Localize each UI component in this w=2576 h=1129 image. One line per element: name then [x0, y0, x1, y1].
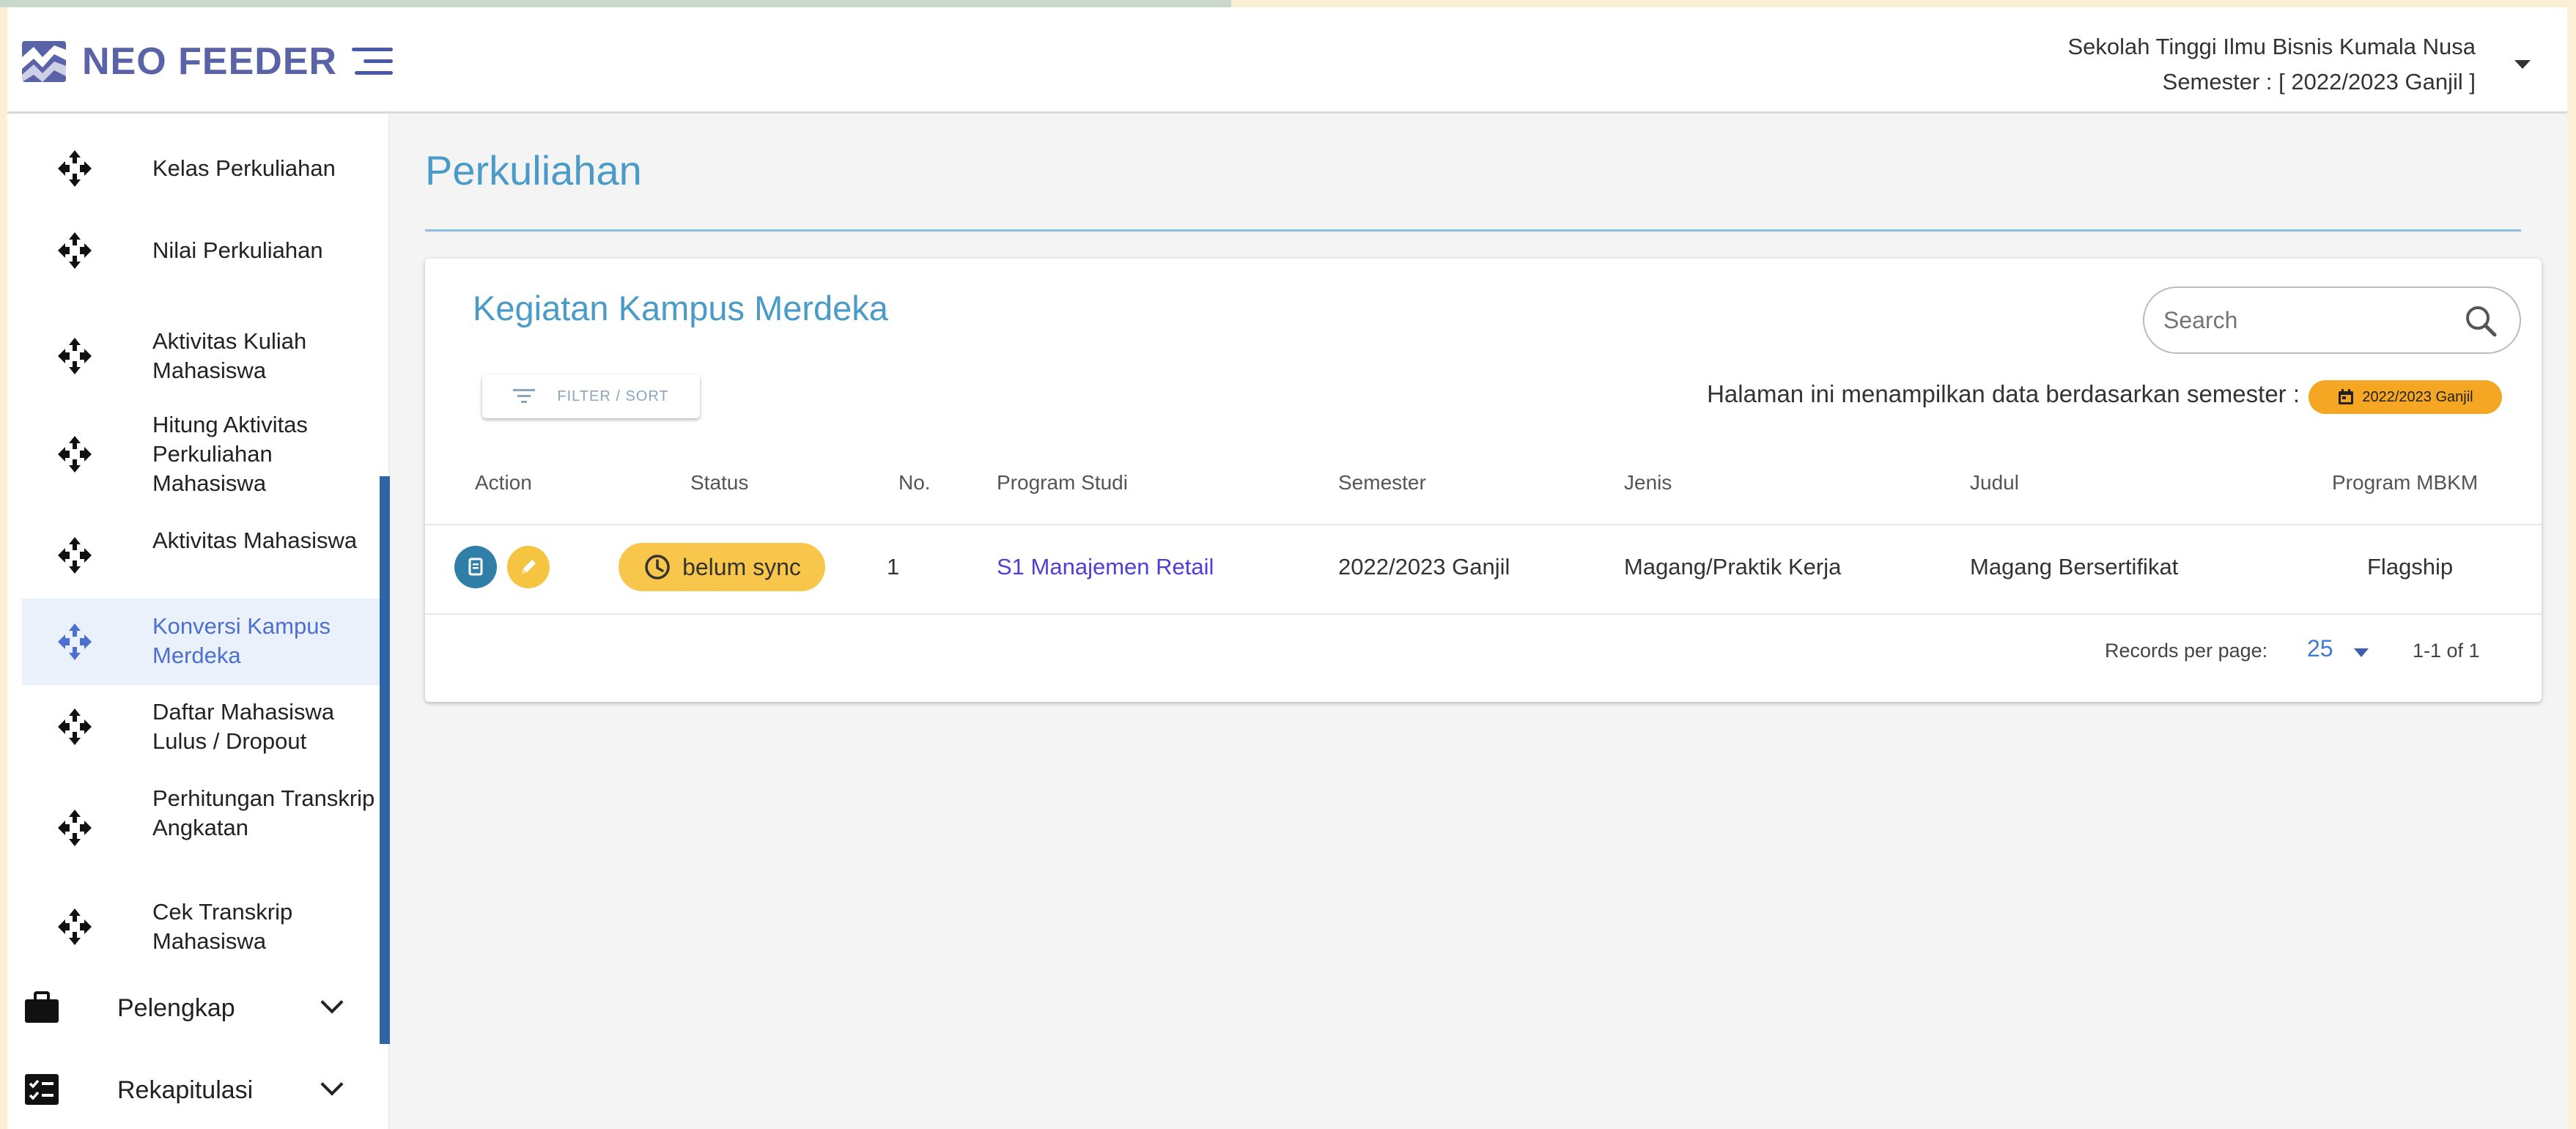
chevron-down-icon [320, 1073, 344, 1096]
sidebar-item-label: Perhitungan Transkrip Angkatan [152, 785, 375, 840]
filter-sort-button[interactable]: FILTER / SORT [482, 374, 700, 418]
sidebar-item-hitung-aktivitas[interactable]: Hitung Aktivitas Perkuliahan Mahasiswa [22, 407, 380, 502]
page-title: Perkuliahan [425, 147, 642, 193]
institution-name: Sekolah Tinggi Ilmu Bisnis Kumala Nusa [2067, 34, 2476, 59]
sidebar-item-aktivitas-mahasiswa[interactable]: Aktivitas Mahasiswa [22, 522, 380, 588]
top-stripe [0, 0, 1231, 7]
caret-down-icon[interactable] [2354, 648, 2369, 657]
sidebar-item-label: Nilai Perkuliahan [152, 237, 323, 263]
sidebar-group-rekapitulasi[interactable]: Rekapitulasi [7, 1060, 380, 1119]
sidebar-item-kelas-perkuliahan[interactable]: Kelas Perkuliahan [22, 143, 380, 194]
logo[interactable]: NEO FEEDER [18, 35, 337, 88]
move-arrows-icon [58, 150, 92, 187]
sidebar: Kelas Perkuliahan Nilai Perkuliahan Akti… [7, 114, 390, 1129]
sidebar-item-label: Cek Transkrip Mahasiswa [152, 899, 293, 954]
title-divider [425, 229, 2521, 232]
card-title: Kegiatan Kampus Merdeka [473, 289, 888, 327]
app-window: NEO FEEDER Sekolah Tinggi Ilmu Bisnis Ku… [7, 7, 2567, 1129]
pagination-range: 1-1 of 1 [2413, 640, 2480, 662]
sidebar-item-label: Hitung Aktivitas Perkuliahan Mahasiswa [152, 412, 308, 496]
filter-icon [513, 389, 536, 403]
edit-button[interactable] [507, 546, 550, 588]
cell-no: 1 [887, 554, 900, 580]
move-arrows-icon [58, 537, 92, 574]
column-header-jenis[interactable]: Jenis [1624, 471, 1672, 495]
semester-note: Halaman ini menampilkan data berdasarkan… [1707, 380, 2300, 407]
move-arrows-icon [58, 810, 92, 846]
chevron-down-icon [320, 991, 344, 1014]
column-header-action[interactable]: Action [475, 471, 532, 495]
checklist-icon [25, 1074, 59, 1105]
data-card: Kegiatan Kampus Merdeka FILTER / SORT Ha… [425, 259, 2542, 702]
sidebar-item-label: Kelas Perkuliahan [152, 155, 336, 181]
move-arrows-icon [58, 708, 92, 745]
semester-badge-label: 2022/2023 Ganjil [2362, 388, 2473, 405]
sidebar-item-konversi-kampus-merdeka[interactable]: Konversi Kampus Merdeka [22, 599, 380, 685]
sidebar-item-label: Aktivitas Mahasiswa [152, 528, 358, 553]
logo-text: NEO FEEDER [82, 40, 338, 83]
user-menu-caret-icon[interactable] [2514, 60, 2531, 69]
sidebar-item-daftar-lulus-dropout[interactable]: Daftar Mahasiswa Lulus / Dropout [22, 694, 380, 760]
calendar-icon [2339, 389, 2354, 404]
sidebar-item-label: Aktivitas Kuliah Mahasiswa [152, 328, 307, 383]
semester-badge: 2022/2023 Ganjil [2309, 380, 2502, 414]
sidebar-item-label: Daftar Mahasiswa Lulus / Dropout [152, 699, 335, 754]
move-arrows-icon [58, 623, 92, 660]
clock-icon [645, 555, 670, 580]
status-badge: belum sync [619, 543, 825, 591]
move-arrows-icon [58, 436, 92, 473]
records-per-page-select[interactable]: 25 [2307, 635, 2333, 662]
table-divider [425, 524, 2542, 525]
column-header-judul[interactable]: Judul [1970, 471, 2019, 495]
search-box[interactable] [2143, 286, 2521, 354]
search-icon[interactable] [2464, 304, 2498, 338]
menu-toggle-icon[interactable] [352, 48, 396, 77]
sidebar-item-nilai-perkuliahan[interactable]: Nilai Perkuliahan [22, 225, 380, 276]
column-header-status[interactable]: Status [690, 471, 748, 495]
neo-feeder-logo-icon [22, 41, 66, 82]
search-input[interactable] [2163, 298, 2449, 342]
filter-sort-label: FILTER / SORT [557, 388, 669, 404]
institution-info[interactable]: Sekolah Tinggi Ilmu Bisnis Kumala Nusa S… [2067, 29, 2476, 100]
status-label: belum sync [682, 553, 801, 580]
cell-program-studi-link[interactable]: S1 Manajemen Retail [997, 554, 1214, 580]
sidebar-item-aktivitas-kuliah-mahasiswa[interactable]: Aktivitas Kuliah Mahasiswa [22, 323, 380, 389]
records-per-page-label: Records per page: [2105, 640, 2268, 662]
sidebar-group-pelengkap[interactable]: Pelengkap [7, 978, 380, 1037]
document-icon [468, 558, 483, 576]
sidebar-group-label: Rekapitulasi [117, 1076, 254, 1104]
move-arrows-icon [58, 232, 92, 269]
cell-program-mbkm: Flagship [2367, 554, 2454, 580]
view-detail-button[interactable] [454, 546, 497, 588]
semester-header: Semester : [ 2022/2023 Ganjil ] [2162, 69, 2476, 95]
sidebar-group-label: Pelengkap [117, 994, 235, 1022]
briefcase-icon [25, 991, 59, 1023]
sidebar-item-label: Konversi Kampus Merdeka [152, 613, 331, 668]
column-header-no[interactable]: No. [898, 471, 931, 495]
cell-jenis: Magang/Praktik Kerja [1624, 554, 1842, 580]
cell-semester: 2022/2023 Ganjil [1338, 554, 1510, 580]
main-content: Perkuliahan Kegiatan Kampus Merdeka FILT… [390, 114, 2567, 1129]
column-header-semester[interactable]: Semester [1338, 471, 1426, 495]
top-header: NEO FEEDER Sekolah Tinggi Ilmu Bisnis Ku… [7, 7, 2567, 114]
move-arrows-icon [58, 338, 92, 374]
sidebar-scrollbar[interactable] [380, 476, 390, 1044]
column-header-program-mbkm[interactable]: Program MBKM [2332, 471, 2478, 495]
sidebar-item-perhitungan-transkrip[interactable]: Perhitungan Transkrip Angkatan [22, 780, 380, 876]
column-header-program-studi[interactable]: Program Studi [997, 471, 1128, 495]
sidebar-item-cek-transkrip[interactable]: Cek Transkrip Mahasiswa [22, 894, 380, 960]
table-divider [425, 613, 2542, 615]
pencil-icon [522, 560, 536, 574]
move-arrows-icon [58, 908, 92, 945]
cell-judul: Magang Bersertifikat [1970, 554, 2179, 580]
